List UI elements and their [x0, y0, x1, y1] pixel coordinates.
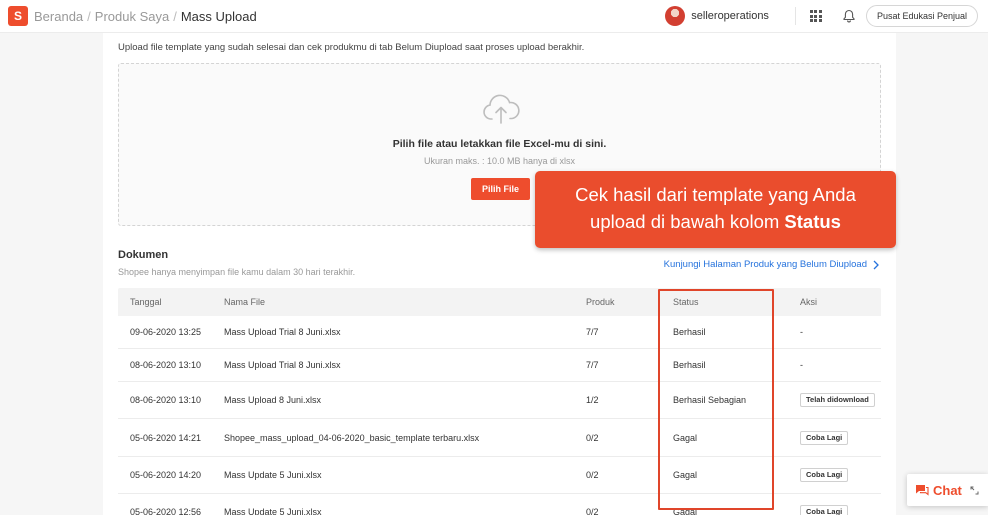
row-date: 09-06-2020 13:25 — [130, 327, 202, 337]
row-date: 05-06-2020 12:56 — [130, 507, 202, 515]
documents-subtitle: Shopee hanya menyimpan file kamu dalam 3… — [118, 267, 356, 277]
row-products: 1/2 — [586, 395, 599, 405]
chevron-right-icon — [873, 260, 879, 269]
unuploaded-products-link[interactable]: Kunjungi Halaman Produk yang Belum Diupl… — [664, 259, 879, 270]
row-action: Telah didownload — [788, 393, 881, 407]
column-date: Tanggal — [130, 297, 162, 307]
row-action: Coba Lagi — [788, 468, 881, 482]
row-file-name: Mass Upload Trial 8 Juni.xlsx — [224, 360, 341, 370]
row-file-name: Mass Update 5 Juni.xlsx — [224, 470, 322, 480]
breadcrumb-current: Mass Upload — [180, 8, 257, 24]
bell-icon[interactable] — [842, 9, 856, 23]
breadcrumb-products[interactable]: Produk Saya — [95, 9, 169, 24]
row-date: 05-06-2020 14:20 — [130, 470, 202, 480]
shopee-logo-icon[interactable] — [8, 6, 28, 26]
row-file-name: Mass Upload Trial 8 Juni.xlsx — [224, 327, 341, 337]
mass-upload-card: Upload file template yang sudah selesai … — [103, 33, 896, 515]
row-file-name: Shopee_mass_upload_04-06-2020_basic_temp… — [224, 432, 480, 443]
row-action: - — [800, 360, 803, 370]
breadcrumb-separator: / — [173, 8, 177, 24]
row-action: Coba Lagi — [788, 505, 881, 515]
chat-widget[interactable]: Chat — [907, 474, 988, 506]
column-file-name: Nama File — [224, 297, 266, 307]
callout-line-1: Cek hasil dari template yang Anda — [575, 184, 856, 205]
row-action-button[interactable]: Coba Lagi — [800, 505, 849, 515]
callout-status-keyword: Status — [784, 211, 841, 232]
upload-instructions: Upload file template yang sudah selesai … — [118, 42, 585, 53]
row-products: 0/2 — [586, 432, 599, 443]
breadcrumb: Beranda / Produk Saya / Mass Upload — [34, 9, 257, 24]
chat-label[interactable]: Chat — [933, 483, 962, 498]
top-bar: Beranda / Produk Saya / Mass Upload sell… — [0, 0, 988, 33]
row-file-name: Mass Upload 8 Juni.xlsx — [224, 395, 322, 405]
row-products: 0/2 — [586, 470, 599, 480]
row-action: Coba Lagi — [788, 430, 881, 445]
callout-line-2: upload di bawah kolom Status — [590, 211, 841, 232]
pick-file-button[interactable]: Pilih File — [471, 178, 530, 200]
expand-icon[interactable] — [970, 486, 979, 495]
row-action-button[interactable]: Coba Lagi — [800, 430, 849, 445]
row-action: - — [800, 327, 803, 337]
row-file-name: Mass Update 5 Juni.xlsx — [224, 507, 322, 515]
column-action: Aksi — [800, 297, 818, 307]
seller-education-button[interactable]: Pusat Edukasi Penjual — [865, 5, 978, 27]
row-action-button[interactable]: Telah didownload — [800, 393, 875, 407]
breadcrumb-separator: / — [87, 8, 91, 24]
dropzone-size-limit: Ukuran maks. : 10.0 MB hanya di xlsx — [423, 156, 576, 166]
cloud-upload-icon — [483, 94, 520, 124]
avatar[interactable] — [665, 6, 686, 26]
row-action-button[interactable]: Coba Lagi — [800, 468, 849, 482]
row-products: 7/7 — [586, 327, 599, 337]
column-products: Produk — [586, 297, 615, 307]
row-date: 05-06-2020 14:21 — [130, 432, 202, 443]
annotation-callout: Cek hasil dari template yang Anda upload… — [535, 171, 896, 248]
status-column-highlight — [658, 289, 774, 510]
dropzone-title: Pilih file atau letakkan file Excel-mu d… — [392, 138, 607, 150]
username[interactable]: selleroperations — [691, 10, 769, 22]
breadcrumb-home[interactable]: Beranda — [34, 9, 83, 24]
divider — [794, 7, 796, 25]
chat-bubble-icon — [916, 485, 929, 496]
unuploaded-products-link-text[interactable]: Kunjungi Halaman Produk yang Belum Diupl… — [664, 259, 867, 270]
row-products: 7/7 — [586, 360, 599, 370]
grid-icon[interactable] — [809, 10, 822, 22]
row-date: 08-06-2020 13:10 — [130, 395, 202, 405]
row-date: 08-06-2020 13:10 — [130, 360, 202, 370]
row-products: 0/2 — [586, 507, 599, 515]
documents-title: Dokumen — [118, 249, 169, 261]
